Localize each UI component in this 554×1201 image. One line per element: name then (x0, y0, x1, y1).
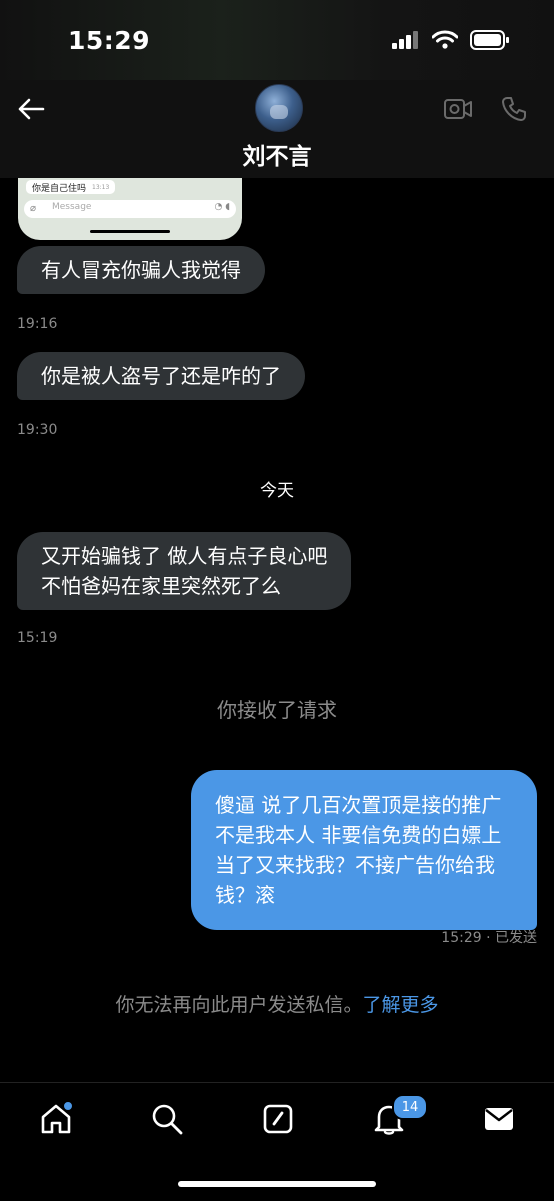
tab-search[interactable] (147, 1099, 187, 1139)
message-line: 不是我本人 非要信免费的白嫖上 (215, 823, 502, 847)
conversation-header: 刘不言 (0, 80, 554, 178)
wifi-icon (432, 30, 458, 49)
status-icons (392, 30, 510, 50)
image-bubble-time: 13:13 (92, 183, 110, 191)
message-line: 傻逼 说了几百次置顶是接的推广 (215, 793, 502, 817)
message-line: 当了又来找我？不接广告你给我 (215, 853, 495, 877)
phone-icon (502, 97, 526, 121)
tab-compose[interactable] (258, 1099, 298, 1139)
system-note: 你接收了请求 (217, 698, 337, 722)
microphone-icon: ◔ ◖ (214, 202, 230, 212)
learn-more-link[interactable]: 了解更多 (363, 994, 439, 1016)
notification-count-badge: 14 (392, 1094, 428, 1120)
envelope-icon (485, 1108, 513, 1130)
tab-messages[interactable] (479, 1099, 519, 1139)
contact-name[interactable]: 刘不言 (0, 137, 554, 171)
image-input-bar: ⌀ Message ◔ ◖ (24, 200, 236, 218)
image-home-indicator (90, 230, 170, 233)
day-separator: 今天 (260, 481, 294, 501)
image-input-placeholder: Message (52, 202, 92, 212)
paperclip-icon: ⌀ (30, 203, 37, 214)
search-icon (152, 1104, 183, 1135)
video-call-button[interactable] (441, 92, 475, 126)
incoming-message[interactable]: 又开始骗钱了 做人有点子良心吧 不怕爸妈在家里突然死了么 (17, 532, 352, 610)
message-time: 19:16 (17, 316, 58, 332)
message-line: 不怕爸妈在家里突然死了么 (41, 574, 281, 598)
voice-call-button[interactable] (497, 92, 531, 126)
blocked-notice: 你无法再向此用户发送私信。了解更多 (0, 990, 554, 1017)
tab-home[interactable] (36, 1099, 76, 1139)
message-status: 15:29 · 已发送 (441, 930, 537, 946)
status-bar: 15:29 (0, 0, 554, 80)
video-camera-icon (444, 99, 472, 119)
message-time: 19:30 (17, 422, 58, 438)
message-line: 钱？滚 (215, 883, 275, 907)
home-indicator (178, 1181, 376, 1187)
back-button[interactable] (14, 92, 48, 126)
incoming-message[interactable]: 你是被人盗号了还是咋的了 (17, 352, 305, 400)
battery-icon (470, 30, 509, 50)
compose-icon (263, 1104, 293, 1134)
incoming-message[interactable]: 有人冒充你骗人我觉得 (17, 246, 265, 294)
status-time: 15:29 (68, 26, 151, 55)
contact-avatar[interactable] (255, 84, 303, 132)
outgoing-message[interactable]: 傻逼 说了几百次置顶是接的推广 不是我本人 非要信免费的白嫖上 当了又来找我？不… (191, 770, 537, 930)
shared-screenshot-image[interactable]: 你是自己住吗 13:13 ⌀ Message ◔ ◖ (18, 178, 242, 240)
unread-dot (62, 1100, 74, 1112)
blocked-notice-text: 你无法再向此用户发送私信。 (115, 994, 363, 1016)
signal-icon (392, 31, 418, 49)
arrow-left-icon (18, 98, 45, 120)
image-bubble-text: 你是自己住吗 (32, 183, 87, 194)
message-time: 15:19 (17, 630, 58, 646)
message-line: 又开始骗钱了 做人有点子良心吧 (41, 544, 328, 568)
image-chat-bubble: 你是自己住吗 13:13 (26, 180, 116, 194)
